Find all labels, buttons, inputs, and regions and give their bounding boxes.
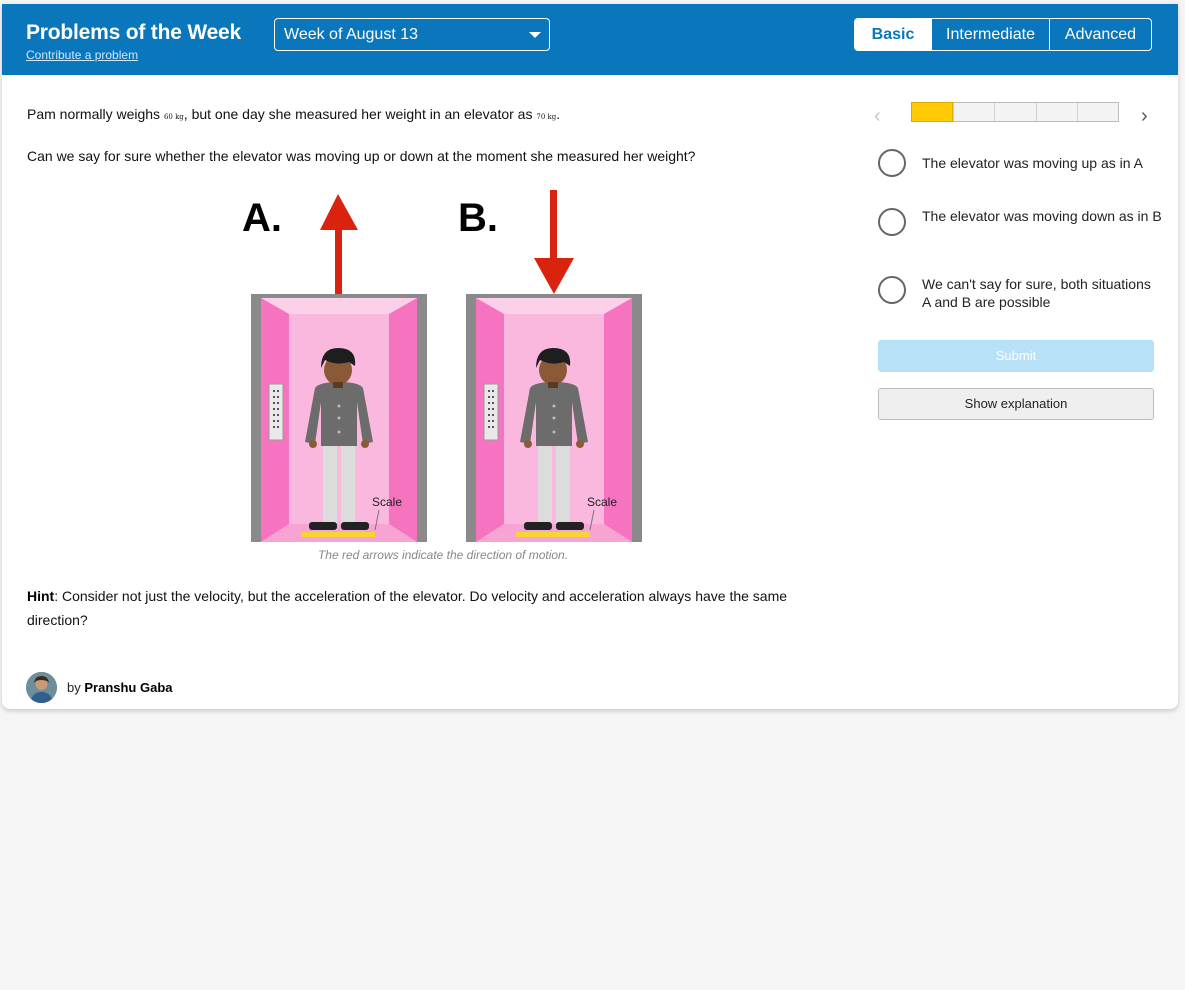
week-select[interactable]: Week of August 13 (274, 18, 550, 51)
problem-intro: Pam normally weighs 60 kg, but one day s… (27, 106, 560, 122)
arrow-up-icon (320, 194, 358, 298)
answer-option-2[interactable]: The elevator was moving down as in B (878, 207, 1162, 236)
answer-option-3[interactable]: We can't say for sure, both situations A… (878, 275, 1162, 311)
elevator-figure: A. B. Scale Scale The red arrows indicat… (238, 184, 648, 562)
tab-advanced[interactable]: Advanced (1049, 19, 1151, 50)
problem-progress (911, 102, 1119, 122)
progress-segment-1[interactable] (911, 102, 954, 122)
option-label-3: We can't say for sure, both situations A… (922, 276, 1151, 310)
radio-option-2[interactable] (878, 208, 906, 236)
progress-segment-2[interactable] (953, 103, 994, 121)
figure-label-b: B. (458, 196, 498, 240)
chevron-down-icon (529, 32, 541, 38)
progress-segment-4[interactable] (1035, 103, 1077, 121)
author-byline: by Pranshu Gaba (67, 680, 173, 695)
author-line: by Pranshu Gaba (26, 672, 173, 703)
arrow-down-icon (534, 190, 574, 294)
header-bar: Problems of the Week Contribute a proble… (2, 4, 1178, 75)
avatar (26, 672, 57, 703)
by-label: by (67, 680, 81, 695)
progress-segment-5[interactable] (1076, 103, 1118, 121)
contribute-link[interactable]: Contribute a problem (26, 48, 138, 62)
weight-normal: 60 kg (163, 113, 184, 121)
progress-segment-3[interactable] (994, 103, 1035, 121)
chevron-left-icon[interactable]: ‹ (874, 105, 881, 128)
hint-label: Hint (27, 588, 55, 604)
page-title: Problems of the Week (26, 21, 242, 44)
hint: Hint: Consider not just the velocity, bu… (27, 584, 837, 632)
option-label-2: The elevator was moving down as in B (922, 208, 1162, 224)
elevator-illustration: Scale Scale (251, 190, 642, 542)
radio-option-1[interactable] (878, 149, 906, 177)
author-name[interactable]: Pranshu Gaba (84, 680, 172, 695)
tab-intermediate[interactable]: Intermediate (931, 19, 1049, 50)
tab-basic[interactable]: Basic (855, 19, 931, 50)
problem-card: Problems of the Week Contribute a proble… (2, 4, 1178, 709)
chevron-right-icon[interactable]: › (1141, 105, 1148, 128)
figure-label-a: A. (242, 196, 282, 240)
option-label-1: The elevator was moving up as in A (922, 155, 1144, 171)
week-select-value: Week of August 13 (284, 26, 419, 43)
submit-button[interactable]: Submit (878, 340, 1154, 372)
scale-label-b: Scale (587, 495, 617, 509)
level-tabs: Basic Intermediate Advanced (854, 18, 1152, 51)
hint-text: : Consider not just the velocity, but th… (27, 588, 788, 628)
answer-option-1[interactable]: The elevator was moving up as in A (878, 149, 1162, 177)
intro-text-end: . (556, 106, 561, 122)
intro-text: Pam normally weighs (27, 106, 164, 122)
figure-caption: The red arrows indicate the direction of… (317, 548, 569, 562)
radio-option-3[interactable] (878, 276, 906, 304)
show-explanation-button[interactable]: Show explanation (878, 388, 1154, 420)
weight-elevator: 70 kg (536, 113, 557, 121)
problem-question: Can we say for sure whether the elevator… (27, 148, 696, 164)
scale-label-a: Scale (372, 495, 402, 509)
intro-text-middle: , but one day she measured her weight in… (183, 106, 537, 122)
